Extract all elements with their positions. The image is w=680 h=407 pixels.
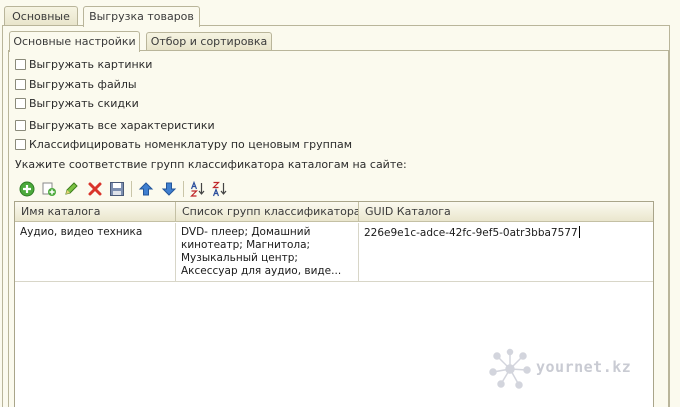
move-up-button[interactable] xyxy=(137,180,155,198)
classify-by-price-groups-option[interactable]: Классифицировать номенклатуру по ценовым… xyxy=(15,136,352,152)
export-images-checkbox[interactable] xyxy=(15,58,26,70)
mapping-instruction: Укажите соответствие групп классификатор… xyxy=(15,158,407,171)
export-all-characteristics-checkbox[interactable] xyxy=(15,119,26,131)
move-up-icon xyxy=(138,182,154,196)
edit-icon xyxy=(65,182,78,195)
export-discounts-label: Выгружать скидки xyxy=(29,96,139,110)
catalog-name-cell[interactable]: Аудио, видео техника xyxy=(15,223,176,282)
move-down-button[interactable] xyxy=(160,180,178,198)
save-button[interactable] xyxy=(108,180,126,198)
tab-basic-settings[interactable]: Основные настройки xyxy=(9,31,140,52)
sort-ascending-button[interactable] xyxy=(189,180,207,198)
catalog-mapping-table[interactable]: Имя каталога Список групп классификатора… xyxy=(14,201,654,407)
export-all-characteristics-label: Выгружать все характеристики xyxy=(29,118,215,132)
delete-icon xyxy=(88,182,102,196)
tab-product-export[interactable]: Выгрузка товаров xyxy=(83,6,200,27)
export-images-option[interactable]: Выгружать картинки xyxy=(15,56,152,72)
copy-icon xyxy=(42,182,56,196)
toolbar-separator xyxy=(131,181,132,197)
watermark-text: yournet.kz xyxy=(536,358,632,376)
catalog-guid-value: 226e9e1c-adce-42fc-9ef5-0atr3bba7577 xyxy=(364,227,578,239)
column-header-catalog-name[interactable]: Имя каталога xyxy=(15,202,176,222)
sort-descending-button[interactable] xyxy=(211,180,229,198)
export-images-label: Выгружать картинки xyxy=(29,57,153,71)
copy-button[interactable] xyxy=(40,180,58,198)
column-header-classifier-groups[interactable]: Список групп классификатора н... xyxy=(176,202,359,222)
tab-main[interactable]: Основные xyxy=(4,6,78,27)
sort-ascending-icon xyxy=(190,181,205,197)
save-icon xyxy=(110,182,124,196)
classify-by-price-groups-checkbox[interactable] xyxy=(15,138,26,150)
edit-button[interactable] xyxy=(62,180,80,198)
toolbar-separator xyxy=(183,181,184,197)
export-files-option[interactable]: Выгружать файлы xyxy=(15,76,137,92)
classifier-groups-cell[interactable]: DVD- плеер; Домашний кинотеатр; Магнитол… xyxy=(176,223,359,282)
add-icon xyxy=(19,181,35,197)
export-discounts-checkbox[interactable] xyxy=(15,97,26,109)
export-all-characteristics-option[interactable]: Выгружать все характеристики xyxy=(15,117,215,133)
delete-button[interactable] xyxy=(86,180,104,198)
add-button[interactable] xyxy=(18,180,36,198)
sort-descending-icon xyxy=(212,181,227,197)
export-files-checkbox[interactable] xyxy=(15,78,26,90)
tab-filter-sort[interactable]: Отбор и сортировка xyxy=(146,32,272,51)
catalog-guid-cell[interactable]: 226e9e1c-adce-42fc-9ef5-0atr3bba7577 xyxy=(359,223,653,282)
text-cursor xyxy=(578,226,580,238)
classify-by-price-groups-label: Классифицировать номенклатуру по ценовым… xyxy=(29,137,353,151)
move-down-icon xyxy=(161,182,177,196)
watermark-logo xyxy=(489,348,531,389)
column-header-catalog-guid[interactable]: GUID Каталога xyxy=(359,202,653,222)
export-files-label: Выгружать файлы xyxy=(29,77,137,91)
export-discounts-option[interactable]: Выгружать скидки xyxy=(15,95,139,111)
